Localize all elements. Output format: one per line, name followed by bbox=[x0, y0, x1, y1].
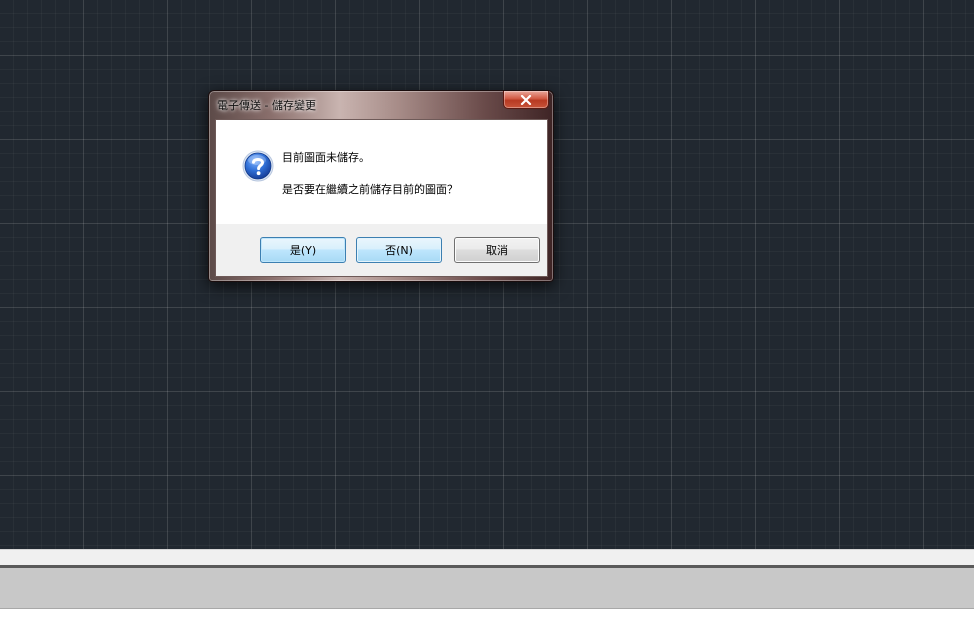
close-button[interactable] bbox=[503, 91, 549, 109]
message-line-1: 目前圖面未儲存。 bbox=[282, 151, 370, 164]
yes-button[interactable]: 是(Y) bbox=[260, 237, 346, 263]
dialog-title: 電子傳送 - 儲存變更 bbox=[217, 99, 316, 112]
close-icon bbox=[520, 94, 532, 105]
dialog-titlebar[interactable]: 電子傳送 - 儲存變更 bbox=[209, 91, 553, 119]
status-bar bbox=[0, 568, 974, 609]
save-changes-dialog: 電子傳送 - 儲存變更 目前圖面未儲存。 是否要在繼續之前儲存目前的圖面？ 是(… bbox=[208, 90, 554, 282]
cancel-button[interactable]: 取消 bbox=[454, 237, 540, 263]
no-button[interactable]: 否(N) bbox=[356, 237, 442, 263]
message-line-2: 是否要在繼續之前儲存目前的圖面？ bbox=[282, 183, 458, 196]
command-line-area bbox=[0, 549, 974, 566]
dialog-client-area: 目前圖面未儲存。 是否要在繼續之前儲存目前的圖面？ 是(Y) 否(N) 取消 bbox=[215, 119, 548, 277]
bottom-margin bbox=[0, 609, 974, 626]
button-area: 是(Y) 否(N) 取消 bbox=[216, 224, 547, 276]
message-area: 目前圖面未儲存。 是否要在繼續之前儲存目前的圖面？ bbox=[216, 120, 547, 224]
question-icon bbox=[242, 150, 274, 182]
